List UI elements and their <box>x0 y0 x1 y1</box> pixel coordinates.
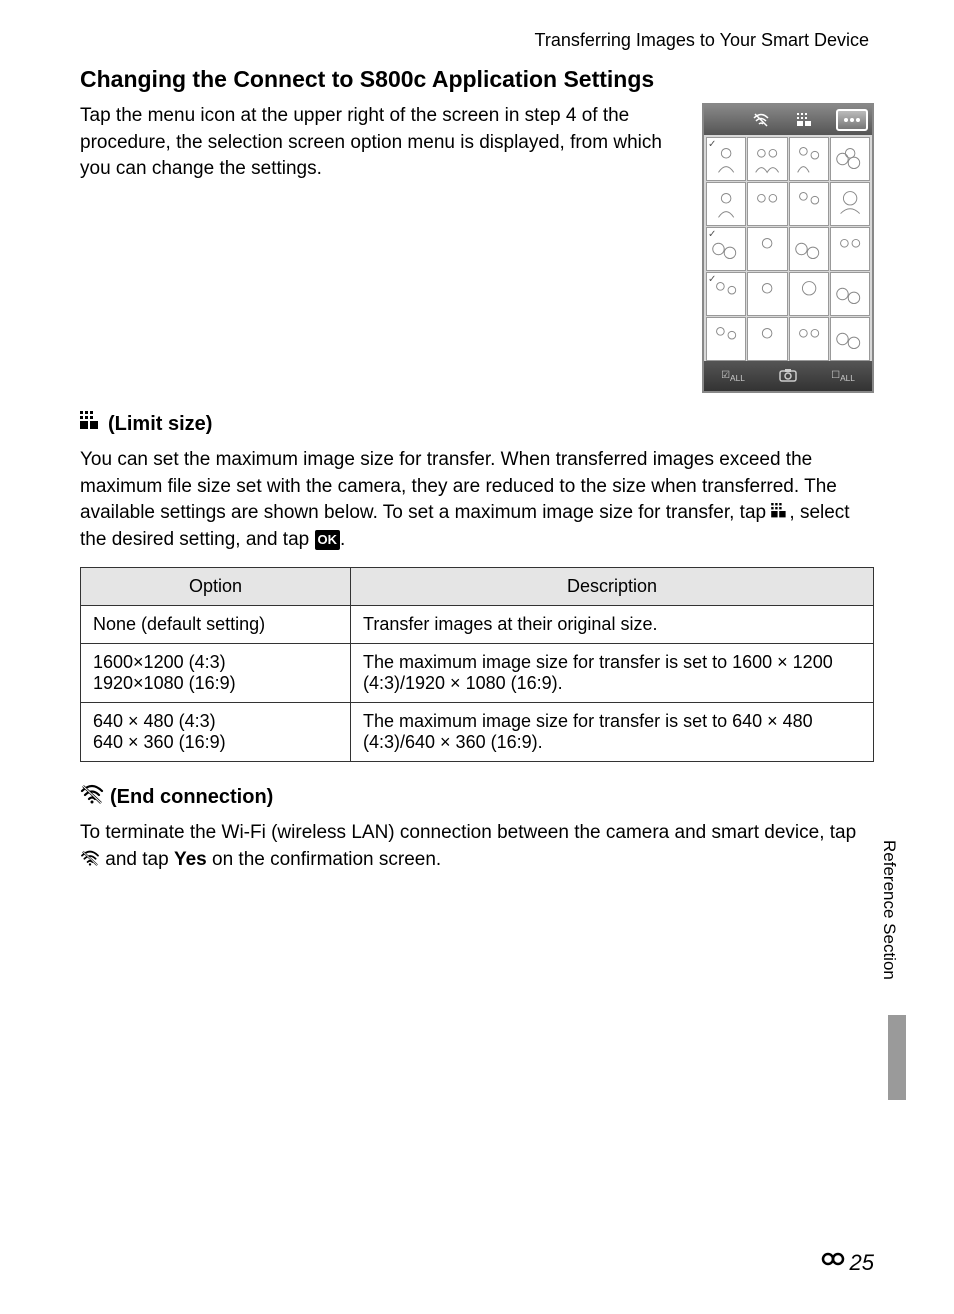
camera-icon <box>779 368 797 385</box>
limit-size-heading: (Limit size) <box>80 411 874 437</box>
page-number: 25 <box>820 1250 874 1276</box>
grid-size-icon <box>792 109 818 131</box>
thumb <box>747 137 787 181</box>
thumb <box>747 227 787 271</box>
table-cell-option: None (default setting) <box>81 606 351 644</box>
wifi-off-icon <box>80 850 100 870</box>
thumb <box>706 317 746 361</box>
screenshot-topbar <box>704 105 872 135</box>
settings-table: Option Description None (default setting… <box>80 567 874 762</box>
thumb <box>789 137 829 181</box>
thumb <box>830 272 870 316</box>
table-row: 1600×1200 (4:3) 1920×1080 (16:9)The maxi… <box>81 644 874 703</box>
ok-icon: OK <box>315 530 341 550</box>
thumb <box>789 317 829 361</box>
wifi-off-icon <box>80 784 104 810</box>
thumb <box>747 182 787 226</box>
table-header-option: Option <box>81 568 351 606</box>
thumb <box>830 182 870 226</box>
deselect-all-icon: ☐ALL <box>831 370 855 383</box>
table-cell-description: The maximum image size for transfer is s… <box>351 703 874 762</box>
thumb <box>706 182 746 226</box>
menu-icon <box>836 109 868 131</box>
end-connection-heading: (End connection) <box>80 784 874 810</box>
table-cell-description: The maximum image size for transfer is s… <box>351 644 874 703</box>
intro-text: Tap the menu icon at the upper right of … <box>80 103 682 183</box>
table-header-description: Description <box>351 568 874 606</box>
thumb: ✓ <box>706 137 746 181</box>
sidebar-tab <box>888 1015 906 1100</box>
thumb <box>830 137 870 181</box>
yes-label: Yes <box>174 849 207 870</box>
table-cell-option: 1600×1200 (4:3) 1920×1080 (16:9) <box>81 644 351 703</box>
table-row: 640 × 480 (4:3) 640 × 360 (16:9)The maxi… <box>81 703 874 762</box>
thumb <box>789 272 829 316</box>
screenshot-grid: ✓ ✓ ✓ <box>704 135 872 363</box>
header-breadcrumb: Transferring Images to Your Smart Device <box>80 30 869 51</box>
limit-size-body: You can set the maximum image size for t… <box>80 447 874 553</box>
thumb <box>789 227 829 271</box>
app-screenshot: ✓ ✓ ✓ ☑ALL ☐ALL <box>702 103 874 393</box>
end-connection-body: To terminate the Wi-Fi (wireless LAN) co… <box>80 820 874 873</box>
table-cell-description: Transfer images at their original size. <box>351 606 874 644</box>
thumb <box>830 317 870 361</box>
thumb <box>830 227 870 271</box>
screenshot-botbar: ☑ALL ☐ALL <box>704 361 872 391</box>
page-icon <box>820 1250 848 1274</box>
table-row: None (default setting)Transfer images at… <box>81 606 874 644</box>
thumb <box>747 272 787 316</box>
grid-size-icon <box>771 503 789 523</box>
thumb: ✓ <box>706 272 746 316</box>
sidebar-section-label: Reference Section <box>879 840 899 980</box>
select-all-icon: ☑ALL <box>721 370 745 383</box>
grid-size-icon <box>80 411 102 437</box>
wifi-off-icon <box>748 109 774 131</box>
thumb <box>789 182 829 226</box>
thumb: ✓ <box>706 227 746 271</box>
page-title: Changing the Connect to S800c Applicatio… <box>80 66 874 93</box>
table-cell-option: 640 × 480 (4:3) 640 × 360 (16:9) <box>81 703 351 762</box>
thumb <box>747 317 787 361</box>
